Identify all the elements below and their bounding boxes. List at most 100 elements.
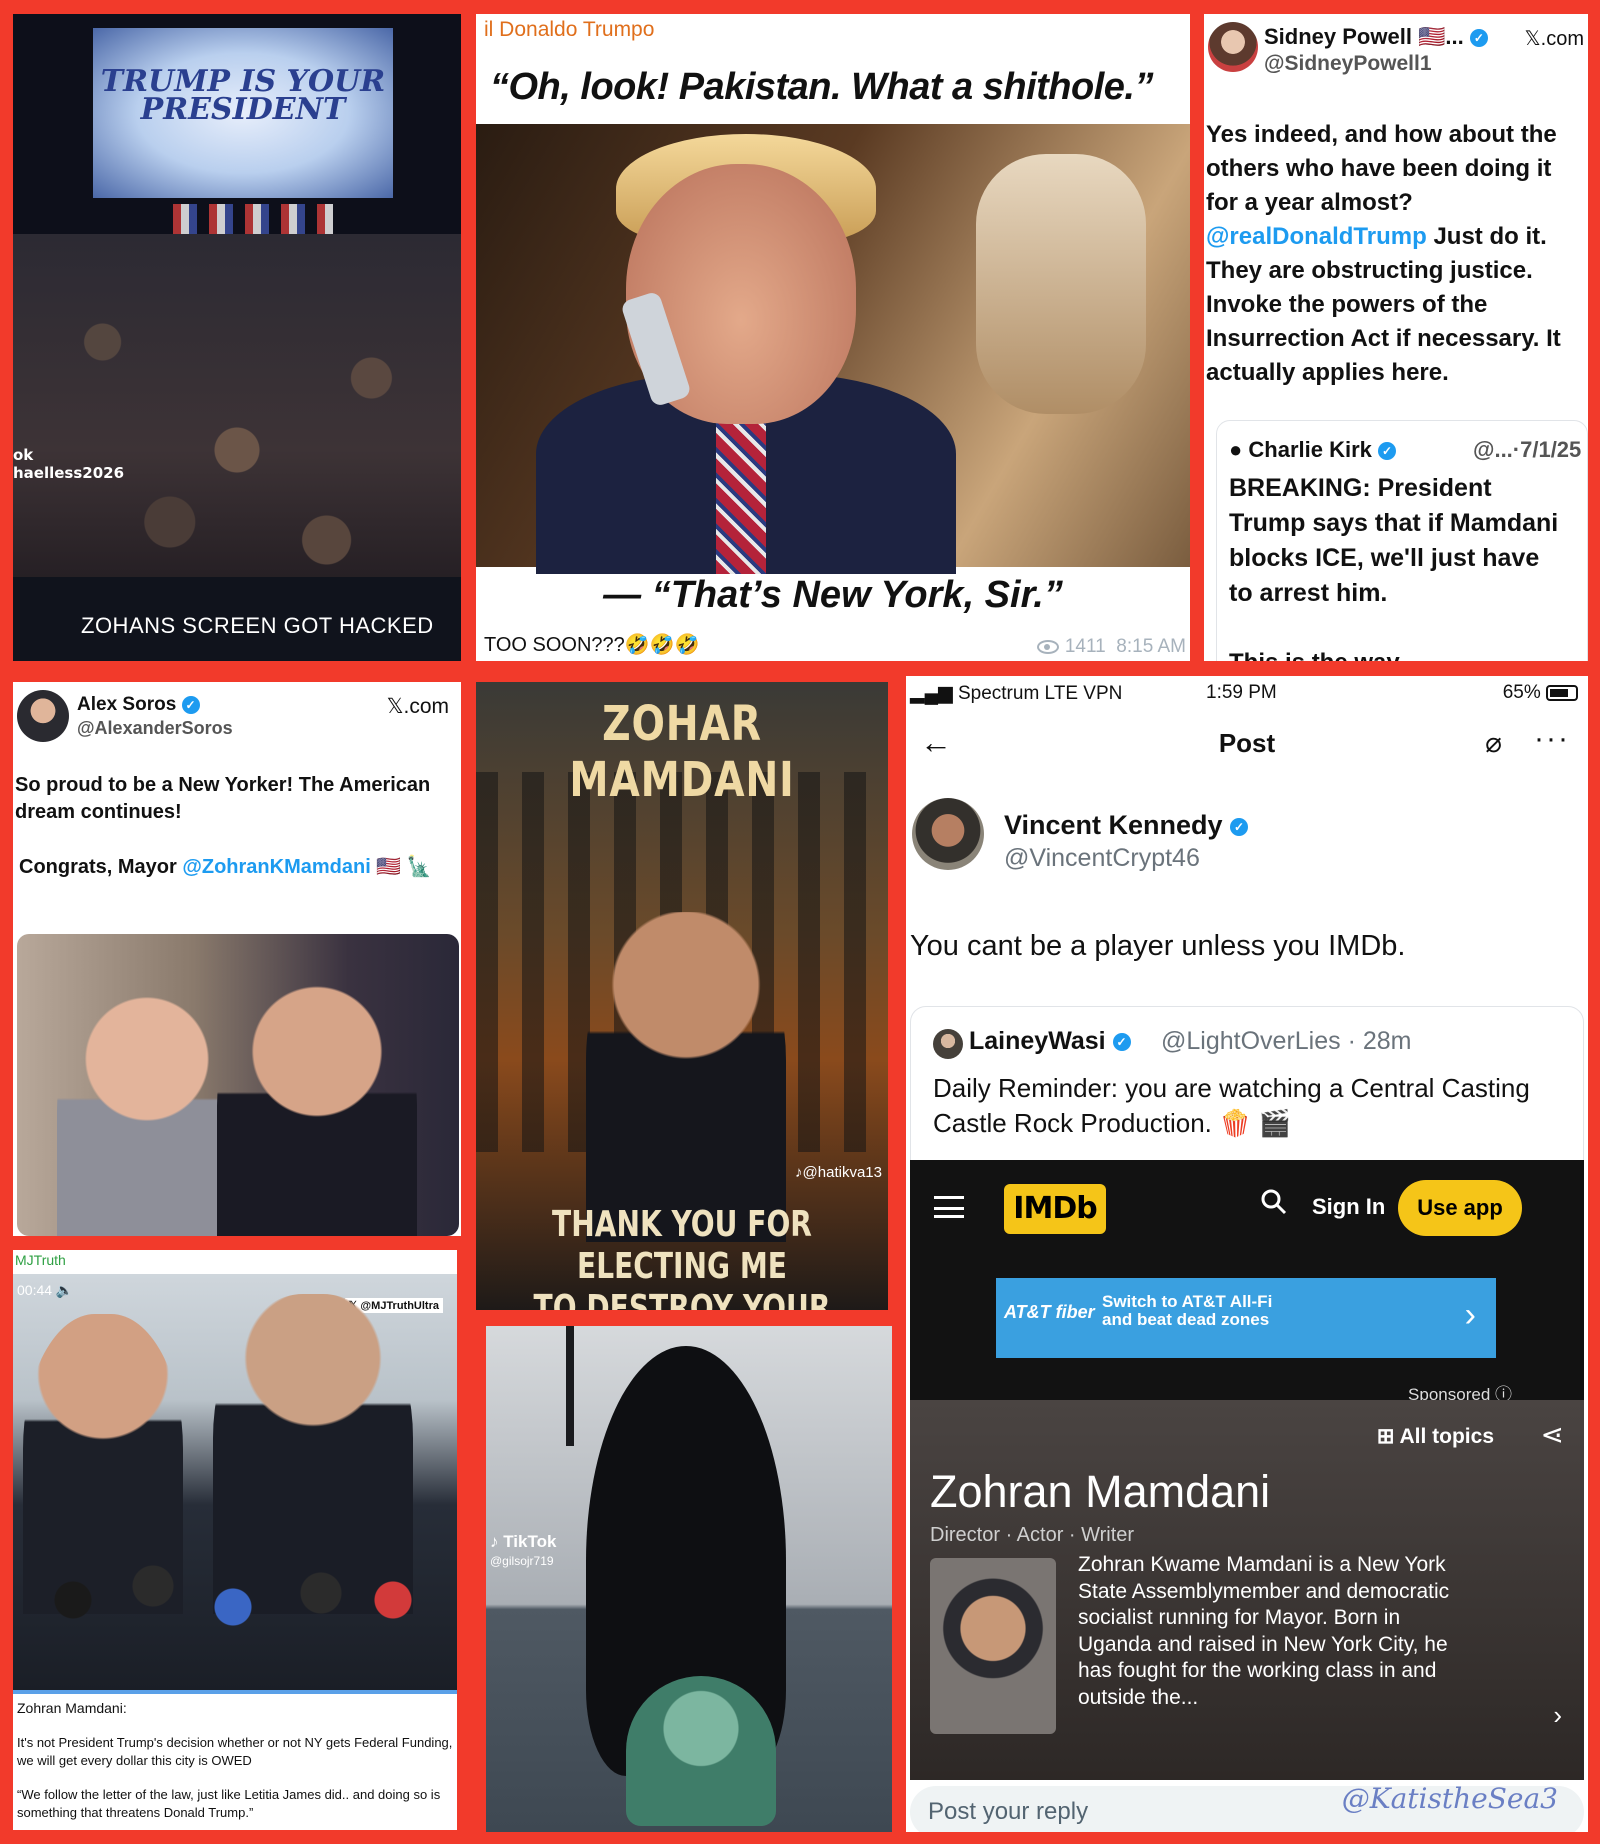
video-handle: ok haelless2026 bbox=[13, 446, 125, 482]
powell-tweet-panel: Sidney Powell 🇺🇸... ✓ @SidneyPowell1 𝕏.c… bbox=[1204, 14, 1588, 661]
mention-link[interactable]: @realDonaldTrump bbox=[1206, 223, 1427, 250]
avatar[interactable] bbox=[1208, 22, 1258, 72]
quote-2: “We follow the letter of the law, just l… bbox=[17, 1787, 441, 1820]
quoted-body: BREAKING: President Trump says that if M… bbox=[1229, 474, 1559, 607]
menu-icon[interactable] bbox=[934, 1196, 964, 1218]
site-label: 𝕏.com bbox=[1524, 28, 1584, 50]
tweet-text: You cant be a player unless you IMDb. bbox=[910, 930, 1406, 962]
plane-window bbox=[976, 154, 1146, 414]
tweet-body: Yes indeed, and how about the others who… bbox=[1206, 118, 1586, 390]
statue-of-liberty bbox=[626, 1676, 776, 1826]
person-right bbox=[217, 984, 417, 1236]
stage-screen: TRUMP IS YOUR PRESIDENT bbox=[93, 28, 393, 198]
tweet-photo[interactable] bbox=[17, 934, 459, 1236]
ad-line-2: and beat dead zones bbox=[1102, 1310, 1270, 1329]
tweet-body: So proud to be a New Yorker! The America… bbox=[15, 774, 431, 823]
more-icon[interactable]: ··· bbox=[1534, 722, 1570, 756]
author-name[interactable]: Sidney Powell 🇺🇸... ✓ bbox=[1264, 24, 1488, 50]
verified-badge-icon: ✓ bbox=[181, 695, 200, 714]
statue-panel: ♪ TikTok @gilsojr719 bbox=[486, 1326, 892, 1832]
status-bar: ▂▄▆ Spectrum LTE VPN 1:59 PM 65% bbox=[906, 676, 1588, 710]
poster-bottom-line-2: TO DESTROY YOUR CITY bbox=[533, 1288, 831, 1310]
signature-watermark: @KatistheSea3 bbox=[1341, 1782, 1558, 1815]
verified-badge-icon: ✓ bbox=[1378, 442, 1397, 461]
carrier-text: Spectrum LTE VPN bbox=[957, 683, 1123, 704]
post-time: 8:15 AM bbox=[1116, 636, 1186, 657]
author-name[interactable]: Vincent Kennedy ✓ bbox=[1004, 810, 1249, 841]
video-progress-bar[interactable] bbox=[13, 1690, 457, 1694]
crowd-image bbox=[13, 234, 461, 594]
author-handle[interactable]: @AlexanderSoros bbox=[77, 718, 233, 739]
congrats-prefix: Congrats, Mayor bbox=[19, 856, 183, 878]
verified-badge-icon: ✓ bbox=[1112, 1033, 1131, 1052]
imdb-card[interactable]: IMDb Sign In Use app AT&T fiber Switch t… bbox=[910, 1160, 1584, 1780]
avatar[interactable] bbox=[912, 798, 984, 870]
tiktok-logo: ♪ TikTok bbox=[490, 1532, 557, 1551]
congrats-suffix: 🇺🇸 🗽 bbox=[370, 856, 432, 878]
quoted-tail: This is the way bbox=[1229, 649, 1400, 661]
ad-brand: AT&T fiber bbox=[1004, 1302, 1095, 1322]
quoted-tweet[interactable]: ● Charlie Kirk ✓ @...·7/1/25 BREAKING: P… bbox=[1216, 420, 1588, 661]
author-handle[interactable]: @SidneyPowell1 bbox=[1264, 52, 1432, 76]
person-name: Zohran Mamdani bbox=[930, 1466, 1271, 1517]
imdb-header: IMDb Sign In Use app bbox=[910, 1160, 1584, 1260]
sword bbox=[566, 1326, 574, 1446]
quoted-body: Daily Reminder: you are watching a Centr… bbox=[933, 1073, 1530, 1138]
poster-panel: ZOHAR MAMDANI ♪@hatikva13 THANK YOU FOR … bbox=[476, 682, 888, 1310]
author-handle[interactable]: @VincentCrypt46 bbox=[1004, 844, 1200, 873]
poster-figure bbox=[586, 912, 786, 1242]
channel-name[interactable]: MJTruth bbox=[15, 1252, 66, 1268]
quoted-author-name: LaineyWasi bbox=[969, 1027, 1106, 1055]
person-bio: Zohran Kwame Mamdani is a New York State… bbox=[1078, 1553, 1450, 1709]
quote-bottom: — “That’s New York, Sir.” bbox=[603, 574, 1063, 616]
quote-top: “Oh, look! Pakistan. What a shithole.” bbox=[490, 66, 1153, 108]
battery-text: 65% bbox=[1502, 682, 1541, 703]
ad-banner[interactable]: AT&T fiber Switch to AT&T All-Fi and bea… bbox=[996, 1278, 1496, 1358]
press-video[interactable]: 00:44 🔈 𝕏 @MJTruthUltra bbox=[13, 1274, 457, 1694]
person-photo[interactable] bbox=[930, 1558, 1056, 1734]
avatar[interactable] bbox=[17, 690, 69, 742]
nav-bar: ← Post ⌀ ··· bbox=[906, 716, 1588, 772]
verified-badge-icon: ✓ bbox=[1230, 817, 1249, 836]
quoted-avatar bbox=[933, 1029, 963, 1059]
channel-name[interactable]: il Donaldo Trumpo bbox=[484, 18, 654, 42]
poster-title: ZOHAR MAMDANI bbox=[569, 696, 795, 808]
search-icon[interactable] bbox=[1260, 1188, 1288, 1216]
person-left bbox=[57, 994, 237, 1236]
post-meta: 1411 8:15 AM bbox=[1036, 636, 1186, 658]
quoted-handle: @...·7/1/25 bbox=[1473, 437, 1582, 462]
microphones bbox=[33, 1544, 433, 1684]
battery: 65% bbox=[1503, 682, 1578, 704]
mention-link[interactable]: @ZohranKMamdani bbox=[182, 856, 370, 878]
trump-meme-panel: il Donaldo Trumpo “Oh, look! Pakistan. W… bbox=[476, 14, 1190, 661]
clock: 1:59 PM bbox=[1206, 682, 1277, 703]
chevron-right-icon: › bbox=[1464, 1296, 1476, 1334]
carrier: ▂▄▆ Spectrum LTE VPN bbox=[910, 683, 1123, 704]
all-topics-button[interactable]: ⊞ All topics bbox=[1377, 1424, 1494, 1449]
use-app-button[interactable]: Use app bbox=[1398, 1180, 1522, 1236]
sign-in-link[interactable]: Sign In bbox=[1312, 1194, 1385, 1220]
quoted-handle: @LightOverLies · 28m bbox=[1161, 1027, 1412, 1055]
poster-bottom-line-1: THANK YOU FOR ELECTING ME bbox=[552, 1204, 812, 1287]
author-name-text: Sidney Powell 🇺🇸... bbox=[1264, 24, 1464, 49]
caption-text: ZOHANS SCREEN GOT HACKED bbox=[81, 613, 434, 638]
verified-badge-icon: ✓ bbox=[1469, 29, 1488, 48]
imdb-hero: ⊞ All topics ⋖ Zohran Mamdani Director ·… bbox=[910, 1400, 1584, 1780]
view-count: 1411 bbox=[1064, 636, 1106, 657]
crowd-video-panel: TRUMP IS YOUR PRESIDENT ok haelless2026 … bbox=[13, 14, 461, 661]
post-caption: TOO SOON???🤣🤣🤣 bbox=[484, 634, 700, 656]
grok-icon[interactable]: ⌀ bbox=[1485, 726, 1502, 759]
imdb-logo[interactable]: IMDb bbox=[1004, 1184, 1106, 1234]
chevron-right-icon[interactable]: › bbox=[1553, 1700, 1562, 1731]
reply-placeholder: Post your reply bbox=[928, 1798, 1089, 1825]
author-name-text: Alex Soros bbox=[77, 694, 177, 715]
quoted-tweet[interactable]: LaineyWasi ✓ @LightOverLies · 28m Daily … bbox=[910, 1006, 1584, 1166]
phone-screenshot-panel: ▂▄▆ Spectrum LTE VPN 1:59 PM 65% ← Post … bbox=[906, 676, 1588, 1832]
author-name[interactable]: Alex Soros ✓ bbox=[77, 694, 200, 716]
speaker-label: Zohran Mamdani: bbox=[17, 1700, 127, 1716]
ad-line-1: Switch to AT&T All-Fi bbox=[1102, 1292, 1273, 1311]
tweet-body-1: Yes indeed, and how about the others who… bbox=[1206, 121, 1557, 216]
mjtruth-panel: MJTruth 00:44 🔈 𝕏 @MJTruthUltra Zohran M… bbox=[13, 1250, 457, 1830]
share-icon[interactable]: ⋖ bbox=[1541, 1418, 1564, 1451]
eye-icon bbox=[1036, 639, 1059, 654]
